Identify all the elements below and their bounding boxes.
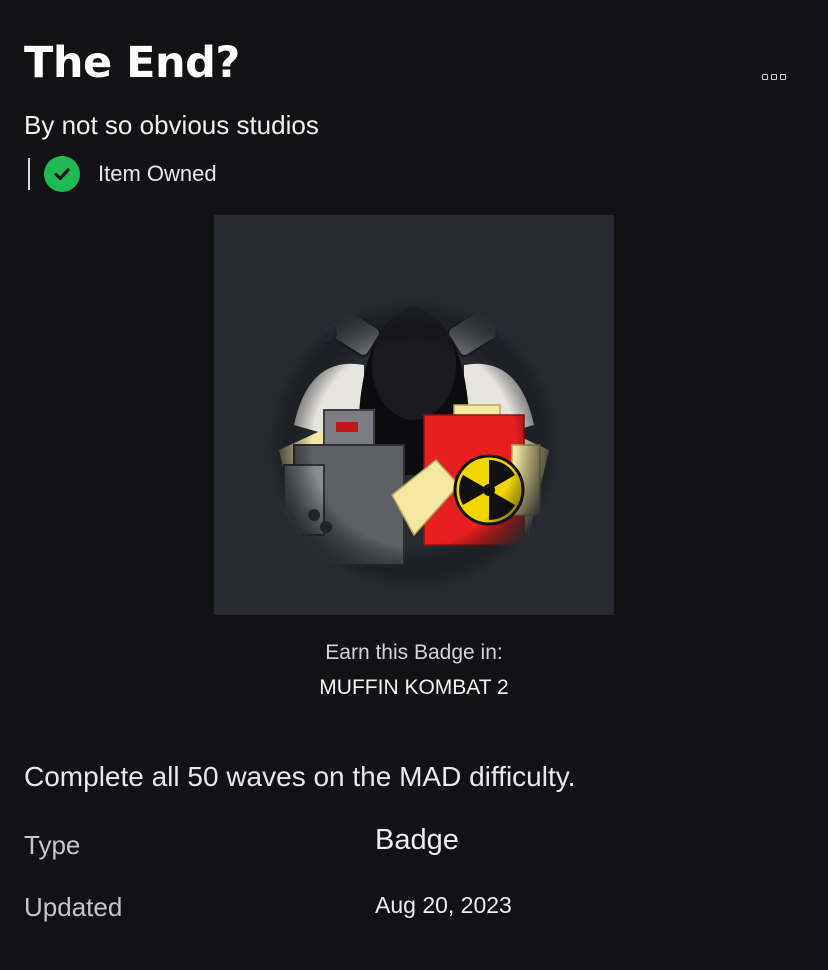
badge-image — [214, 215, 614, 615]
badge-artwork — [269, 300, 559, 590]
updated-label: Updated — [24, 892, 123, 922]
owned-divider — [28, 158, 30, 190]
badge-description: Complete all 50 waves on the MAD difficu… — [24, 761, 576, 792]
type-label: Type — [24, 830, 81, 860]
more-options-icon-dot — [771, 74, 777, 80]
updated-value: Aug 20, 2023 — [375, 892, 512, 918]
type-value: Badge — [375, 824, 459, 856]
item-title: The End? — [24, 38, 240, 88]
more-options-icon — [762, 74, 768, 80]
owned-status: Item Owned — [28, 155, 217, 193]
owned-label: Item Owned — [98, 161, 217, 186]
earn-badge-label: Earn this Badge in: — [325, 641, 503, 664]
creator-link[interactable]: By not so obvious studios — [24, 110, 319, 141]
more-options-button[interactable] — [752, 66, 796, 88]
checkmark-icon — [44, 156, 80, 192]
game-link[interactable]: MUFFIN KOMBAT 2 — [0, 676, 828, 700]
more-options-icon-dot — [780, 74, 786, 80]
